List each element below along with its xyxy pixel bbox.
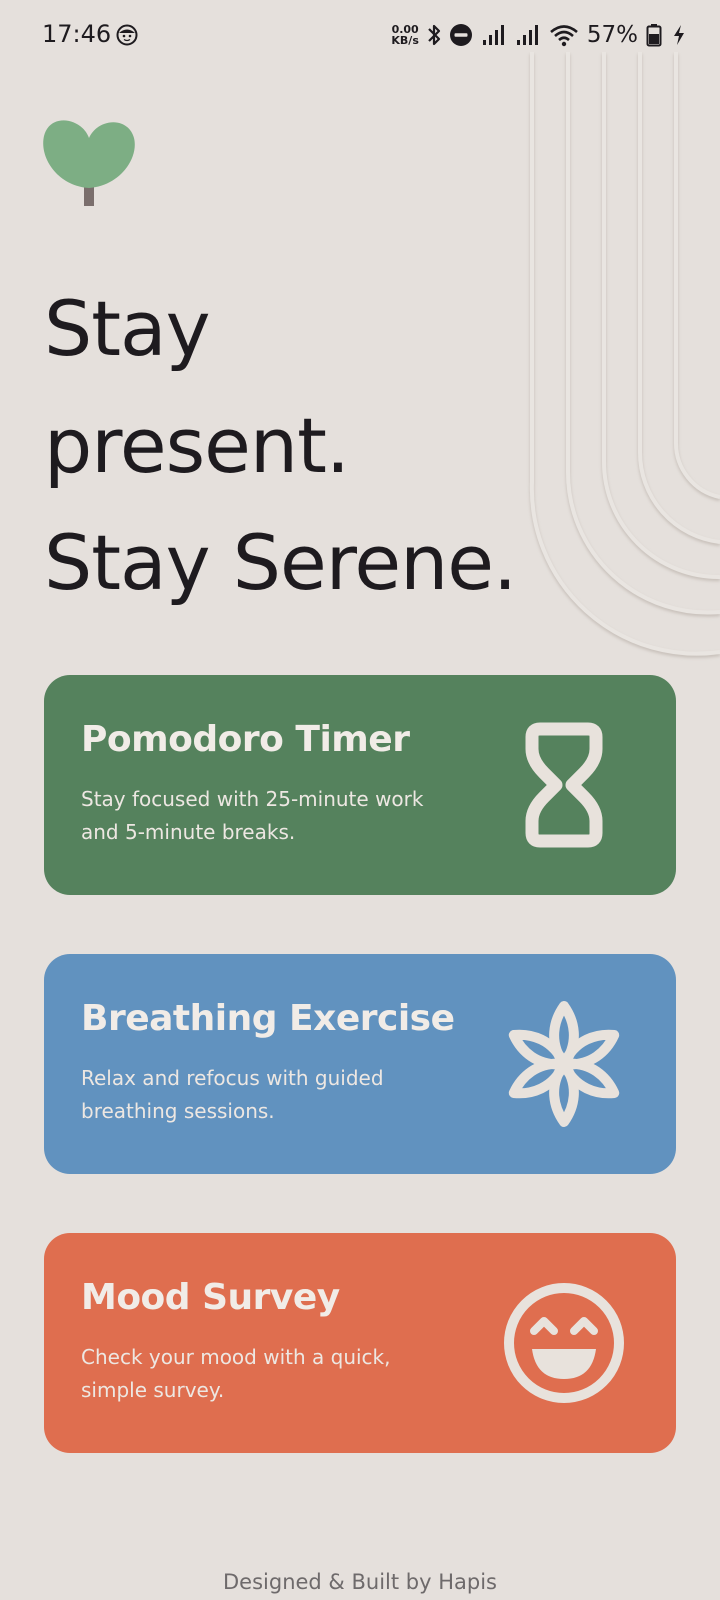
tree-logo-icon — [43, 120, 135, 206]
breathing-exercise-card[interactable]: Breathing Exercise Relax and refocus wit… — [44, 954, 676, 1174]
mood-card-description: Check your mood with a quick, simple sur… — [81, 1345, 391, 1402]
notification-face-icon — [116, 24, 138, 46]
breathing-card-title: Breathing Exercise — [81, 998, 455, 1039]
battery-icon — [646, 24, 662, 47]
charging-icon — [674, 25, 684, 45]
wifi-icon — [550, 25, 578, 47]
mood-card-title: Mood Survey — [81, 1277, 340, 1318]
pomodoro-card-title: Pomodoro Timer — [81, 719, 410, 760]
pomodoro-timer-card[interactable]: Pomodoro Timer Stay focused with 25-minu… — [44, 675, 676, 895]
smiley-icon — [504, 1283, 624, 1403]
headline-line-2: present. — [44, 401, 350, 490]
home-screen: 17:46 0.00 KB/s 57% Stay present. Stay S… — [0, 0, 720, 1600]
status-time: 17:46 — [42, 20, 112, 48]
headline-line-3: Stay Serene. — [44, 518, 517, 607]
signal-sim1-icon — [482, 25, 504, 45]
flower-icon — [508, 1001, 620, 1127]
network-speed-unit: KB/s — [391, 34, 419, 47]
signal-sim2-icon — [516, 25, 538, 45]
breathing-card-description: Relax and refocus with guided breathing … — [81, 1066, 384, 1123]
do-not-disturb-icon — [449, 24, 472, 46]
pomodoro-card-description: Stay focused with 25-minute work and 5-m… — [81, 787, 424, 844]
headline-line-1: Stay — [44, 284, 211, 373]
mood-survey-card[interactable]: Mood Survey Check your mood with a quick… — [44, 1233, 676, 1453]
footer-credit: Designed & Built by Hapis — [223, 1570, 497, 1594]
bluetooth-icon — [428, 24, 440, 46]
headline: Stay present. Stay Serene. — [44, 270, 564, 621]
status-indicators: 0.00 KB/s 57% — [391, 18, 688, 52]
hourglass-icon — [525, 722, 603, 848]
battery-percent: 57% — [586, 22, 638, 48]
network-speed: 0.00 KB/s — [391, 24, 418, 46]
